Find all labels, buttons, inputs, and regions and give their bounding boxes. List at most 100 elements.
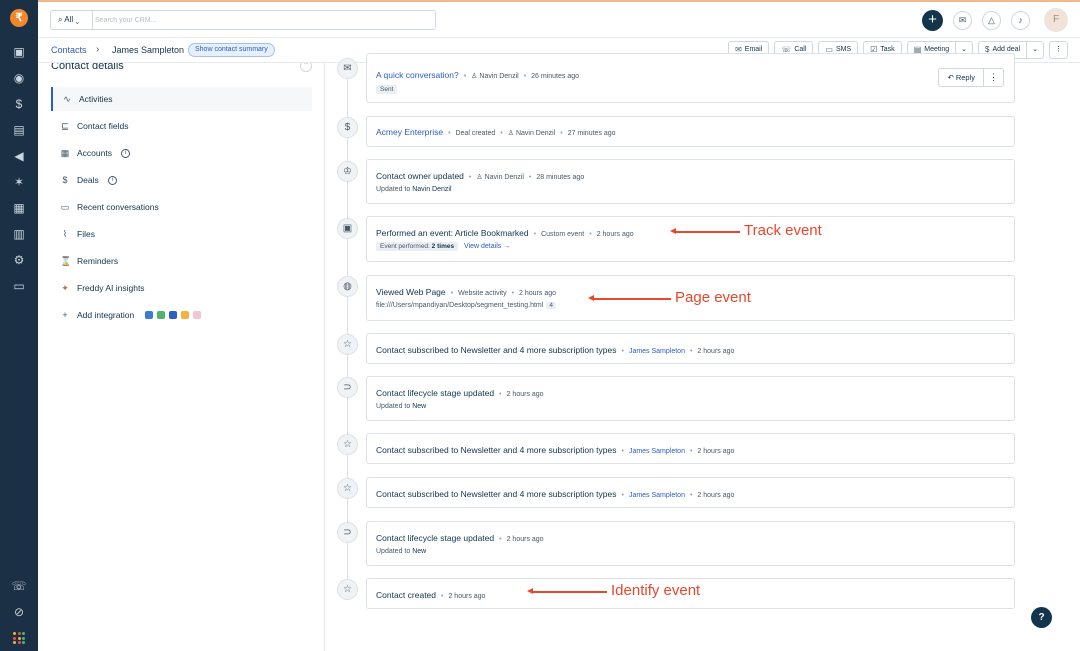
- identify-event-arrow: [527, 588, 607, 594]
- separator-dot: •: [500, 130, 503, 137]
- panel-item-contact-fields[interactable]: ⊑ Contact fields: [51, 114, 312, 138]
- panel-item-label: Accounts: [77, 148, 112, 158]
- reply-button[interactable]: ↶ Reply: [938, 68, 984, 87]
- integration-logo-icon[interactable]: [145, 311, 154, 319]
- activity-time: 2 hours ago: [697, 348, 735, 355]
- email-sent-icon: ✉: [337, 58, 358, 79]
- separator-dot: •: [511, 290, 515, 297]
- activity-time: 2 hours ago: [697, 492, 735, 499]
- activity-kind: Custom event: [541, 231, 585, 238]
- activity-title: Contact lifecycle stage updated: [376, 533, 495, 543]
- search-icon: ⌕: [58, 15, 63, 24]
- panel-item-label: Contact fields: [77, 121, 129, 131]
- contact-link[interactable]: James Sampleton: [629, 492, 685, 499]
- view-details-link[interactable]: View details →: [464, 243, 510, 250]
- help-button[interactable]: ?: [1031, 607, 1052, 628]
- compass-icon[interactable]: ⊘: [11, 604, 27, 620]
- integration-logos: [145, 311, 202, 319]
- deals-icon[interactable]: $: [11, 96, 27, 112]
- star-icon: ☆: [337, 334, 358, 355]
- activity-title: Performed an event: Article Bookmarked: [376, 228, 529, 238]
- info-icon[interactable]: i: [107, 175, 117, 185]
- app-logo[interactable]: ₹: [10, 9, 28, 27]
- top-bar: ⌕ All ⌄ + ✉ △ ♪ F: [38, 0, 1080, 38]
- activity-title-link[interactable]: A quick conversation?: [376, 70, 459, 80]
- reply-label: Reply: [955, 73, 975, 82]
- reports-icon[interactable]: ▦: [11, 200, 27, 216]
- panel-item-freddy-ai[interactable]: ✦ Freddy AI insights: [51, 276, 312, 300]
- detail-prefix: Updated to: [376, 186, 411, 193]
- custom-event-icon: ▣: [337, 218, 358, 239]
- panel-item-label: Recent conversations: [77, 202, 159, 212]
- integration-logo-icon[interactable]: [157, 311, 166, 319]
- quick-add-button[interactable]: +: [922, 9, 943, 31]
- panel-title: Contact details: [51, 63, 124, 72]
- reply-more-button[interactable]: ⋮: [984, 68, 1004, 87]
- timeline-card: A quick conversation? • ♙ Navin Denzil • 26 …: [366, 53, 1015, 103]
- collapse-icon[interactable]: ⌃: [300, 63, 312, 72]
- dashboard-icon[interactable]: ▣: [11, 44, 27, 60]
- timeline-card: Contact owner updated • ♙ Navin Denzil • 28 …: [366, 159, 1015, 204]
- mail-icon[interactable]: ✉: [953, 10, 972, 30]
- user-icon: ♙: [476, 174, 485, 181]
- avatar[interactable]: F: [1044, 8, 1068, 32]
- contact-details-panel: Contact details ⌃ ∿ Activities ⊑ Contact f…: [38, 63, 325, 651]
- show-contact-summary-button[interactable]: Show contact summary: [188, 43, 275, 57]
- search-scope-label: All: [64, 15, 74, 24]
- panel-item-activities[interactable]: ∿ Activities: [51, 87, 312, 111]
- info-icon[interactable]: i: [120, 148, 130, 158]
- page-url[interactable]: file:///Users/mpandiyan/Desktop/segment_…: [376, 302, 543, 309]
- separator-dot: •: [528, 174, 532, 181]
- panel-item-files[interactable]: ⌇ Files: [51, 222, 312, 246]
- user-icon: ♙: [507, 130, 516, 137]
- search-input[interactable]: [95, 12, 425, 28]
- more-actions-button[interactable]: ⋮: [1049, 41, 1068, 59]
- phone-icon[interactable]: ☏: [11, 578, 27, 594]
- analytics-icon[interactable]: ▥: [11, 226, 27, 242]
- chevron-down-icon: ⌄: [75, 15, 80, 24]
- deal-link[interactable]: Acmey Enterprise: [376, 127, 443, 137]
- breadcrumb-contacts[interactable]: Contacts: [51, 45, 87, 55]
- visit-count-badge: 4: [546, 302, 556, 309]
- integration-logo-icon[interactable]: [181, 311, 190, 319]
- track-event-annotation: Track event: [744, 222, 822, 239]
- activity-title: Contact owner updated: [376, 171, 464, 181]
- panel-item-label: Add integration: [77, 310, 135, 320]
- automation-icon[interactable]: ✶: [11, 174, 27, 190]
- separator-dot: •: [621, 448, 624, 455]
- contact-link[interactable]: James Sampleton: [629, 448, 685, 455]
- separator-dot: •: [499, 391, 502, 398]
- panel-item-accounts[interactable]: ▦ Accounts i: [51, 141, 312, 165]
- integration-logo-icon[interactable]: [169, 311, 178, 319]
- alert-icon[interactable]: △: [982, 10, 1001, 30]
- left-navigation: ₹ ▣ ◉ $ ▤ ◀ ✶ ▦ ▥ ⚙ ▭ ☏ ⊘: [0, 0, 38, 651]
- panel-item-add-integration[interactable]: + Add integration: [51, 303, 312, 327]
- add-deal-dropdown-button[interactable]: ⌄: [1027, 41, 1044, 59]
- integration-logo-icon[interactable]: [193, 311, 202, 319]
- conversations-icon[interactable]: ▤: [11, 122, 27, 138]
- lifecycle-icon: ⊃: [337, 522, 358, 543]
- settings-icon[interactable]: ⚙: [11, 252, 27, 268]
- reminder-icon: ⌛: [60, 255, 72, 266]
- apps-icon[interactable]: [13, 632, 25, 644]
- campaigns-icon[interactable]: ◀: [11, 148, 27, 164]
- attachment-icon: ⌇: [62, 228, 68, 239]
- owner-icon: ♔: [337, 161, 358, 182]
- panel-item-reminders[interactable]: ⌛ Reminders: [51, 249, 312, 273]
- timeline-line: [347, 63, 348, 598]
- separator-dot: •: [560, 130, 563, 137]
- chat-icon[interactable]: ▭: [11, 278, 27, 294]
- activity-actor: Navin Denzil: [484, 174, 524, 181]
- separator-dot: •: [689, 492, 693, 499]
- contacts-icon[interactable]: ◉: [11, 70, 27, 86]
- activity-title: Contact subscribed to Newsletter and 4 m…: [376, 445, 617, 455]
- contact-link[interactable]: James Sampleton: [629, 348, 685, 355]
- contact-name: James Sampleton: [112, 45, 185, 55]
- panel-item-deals[interactable]: $ Deals i: [51, 168, 312, 192]
- bell-icon[interactable]: ♪: [1011, 10, 1030, 30]
- search-scope-dropdown[interactable]: ⌕ All ⌄: [51, 11, 93, 29]
- activity-icon: ∿: [63, 93, 71, 104]
- panel-item-recent-conversations[interactable]: ▭ Recent conversations: [51, 195, 312, 219]
- activity-time: 2 hours ago: [506, 536, 544, 543]
- panel-item-label: Freddy AI insights: [77, 283, 145, 293]
